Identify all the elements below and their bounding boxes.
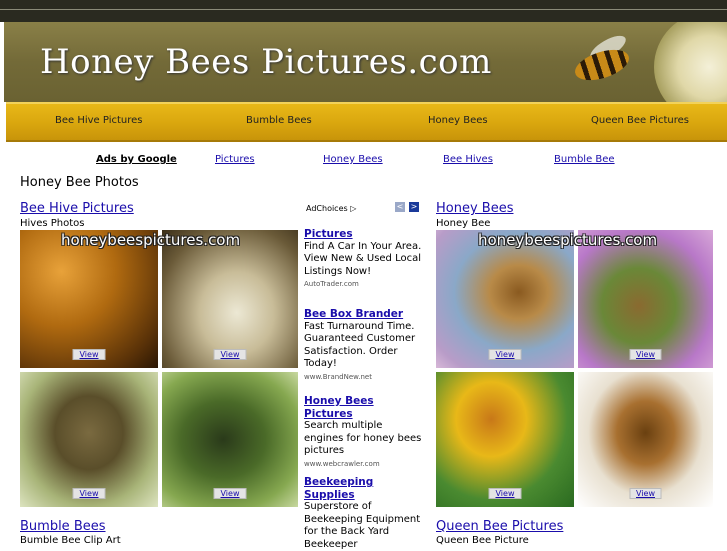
ad-unit-1: Pictures Find A Car In Your Area. View N… <box>304 228 422 291</box>
photo-honey-3[interactable]: View <box>436 372 574 507</box>
section-subtitle-hive: Hives Photos <box>20 218 85 229</box>
ad-body: Find A Car In Your Area. View New & Used… <box>304 240 422 277</box>
ad-url[interactable]: www.BrandNew.net <box>304 371 422 384</box>
flower-graphic <box>654 22 727 102</box>
section-subtitle-honey: Honey Bee <box>436 218 491 229</box>
section-title-honey[interactable]: Honey Bees <box>436 201 513 216</box>
ad-prev-button[interactable]: < <box>395 202 405 212</box>
view-link[interactable]: View <box>213 488 247 499</box>
nav-bee-hive-pictures[interactable]: Bee Hive Pictures <box>55 115 143 126</box>
ad-body: Fast Turnaround Time. Guaranteed Custome… <box>304 320 416 370</box>
section-title-hive[interactable]: Bee Hive Pictures <box>20 201 134 216</box>
photo-hive-2[interactable]: View <box>162 230 298 368</box>
view-link[interactable]: View <box>629 349 662 360</box>
section-title-queen[interactable]: Queen Bee Pictures <box>436 519 563 534</box>
main-nav: Bee Hive Pictures Bumble Bees Honey Bees… <box>6 102 727 142</box>
adchoices-label[interactable]: AdChoices ▷ <box>306 204 356 213</box>
ad-title[interactable]: Honey Bees Pictures <box>304 395 422 420</box>
ad-link-pictures[interactable]: Pictures <box>215 154 255 165</box>
nav-honey-bees[interactable]: Honey Bees <box>428 115 488 126</box>
view-link[interactable]: View <box>72 349 106 360</box>
main-content: Ads by Google Pictures Honey Bees Bee Hi… <box>6 142 727 550</box>
photo-hive-1[interactable]: View <box>20 230 158 368</box>
ad-unit-2: Bee Box Brander Fast Turnaround Time. Gu… <box>304 308 422 383</box>
ad-unit-3: Honey Bees Pictures Search multiple engi… <box>304 395 422 470</box>
page-title: Honey Bee Photos <box>20 175 139 190</box>
photo-hive-3[interactable]: View <box>20 372 158 507</box>
section-subtitle-queen: Queen Bee Picture <box>436 535 529 546</box>
ad-title[interactable]: Bee Box Brander <box>304 308 422 321</box>
ads-by-google-label[interactable]: Ads by Google <box>96 154 177 165</box>
view-link[interactable]: View <box>72 488 106 499</box>
watermark-left: honeybeespictures.com <box>61 231 241 249</box>
site-title[interactable]: Honey Bees Pictures.com <box>40 42 492 82</box>
ad-body: Search multiple engines for honey bees p… <box>304 420 422 456</box>
view-link[interactable]: View <box>629 488 662 499</box>
view-link[interactable]: View <box>488 349 522 360</box>
photo-hive-4[interactable]: View <box>162 372 298 507</box>
section-title-bumble[interactable]: Bumble Bees <box>20 519 106 534</box>
nav-bumble-bees[interactable]: Bumble Bees <box>246 115 312 126</box>
bee-graphic <box>571 43 633 87</box>
adchoices-text: AdChoices <box>306 204 348 213</box>
ad-unit-4: Beekeeping Supplies Superstore of Beekee… <box>304 476 422 551</box>
nav-queen-bee-pictures[interactable]: Queen Bee Pictures <box>591 115 689 126</box>
photo-honey-2[interactable]: View <box>578 230 713 368</box>
ad-link-bee-hives[interactable]: Bee Hives <box>443 154 493 165</box>
view-link[interactable]: View <box>488 488 522 499</box>
section-subtitle-bumble: Bumble Bee Clip Art <box>20 535 121 546</box>
ad-title[interactable]: Pictures <box>304 228 422 241</box>
ad-link-honey-bees[interactable]: Honey Bees <box>323 154 383 165</box>
ad-link-bumble-bee[interactable]: Bumble Bee <box>554 154 615 165</box>
watermark-right: honeybeespictures.com <box>478 231 658 249</box>
ad-url[interactable]: AutoTrader.com <box>304 278 422 291</box>
ad-url[interactable]: www.webcrawler.com <box>304 458 422 471</box>
view-link[interactable]: View <box>213 349 247 360</box>
top-bar-line <box>0 9 727 10</box>
ad-next-button[interactable]: > <box>409 202 419 212</box>
photo-honey-4[interactable]: View <box>578 372 713 507</box>
photo-honey-1[interactable]: View <box>436 230 574 368</box>
ads-link-bar: Ads by Google Pictures Honey Bees Bee Hi… <box>6 154 727 168</box>
ad-title[interactable]: Beekeeping Supplies <box>304 476 422 501</box>
top-bar <box>0 0 727 22</box>
ad-body: Superstore of Beekeeping Equipment for t… <box>304 501 421 550</box>
site-banner: Honey Bees Pictures.com <box>4 22 727 102</box>
